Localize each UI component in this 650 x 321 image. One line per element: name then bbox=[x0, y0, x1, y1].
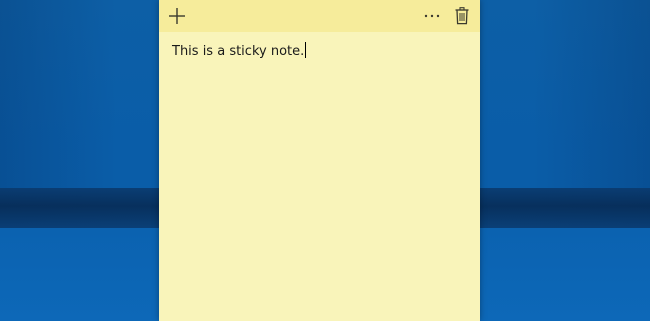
more-options-button[interactable] bbox=[417, 0, 447, 32]
plus-icon bbox=[169, 8, 185, 24]
sticky-note-window[interactable]: This is a sticky note. bbox=[159, 0, 480, 321]
add-note-button[interactable] bbox=[163, 0, 191, 32]
note-toolbar bbox=[159, 0, 480, 32]
delete-note-button[interactable] bbox=[449, 0, 475, 32]
note-text-area[interactable]: This is a sticky note. bbox=[172, 42, 468, 310]
ellipsis-icon bbox=[424, 14, 440, 18]
trash-icon bbox=[455, 7, 469, 25]
text-cursor bbox=[305, 42, 307, 58]
note-text: This is a sticky note. bbox=[172, 44, 305, 59]
